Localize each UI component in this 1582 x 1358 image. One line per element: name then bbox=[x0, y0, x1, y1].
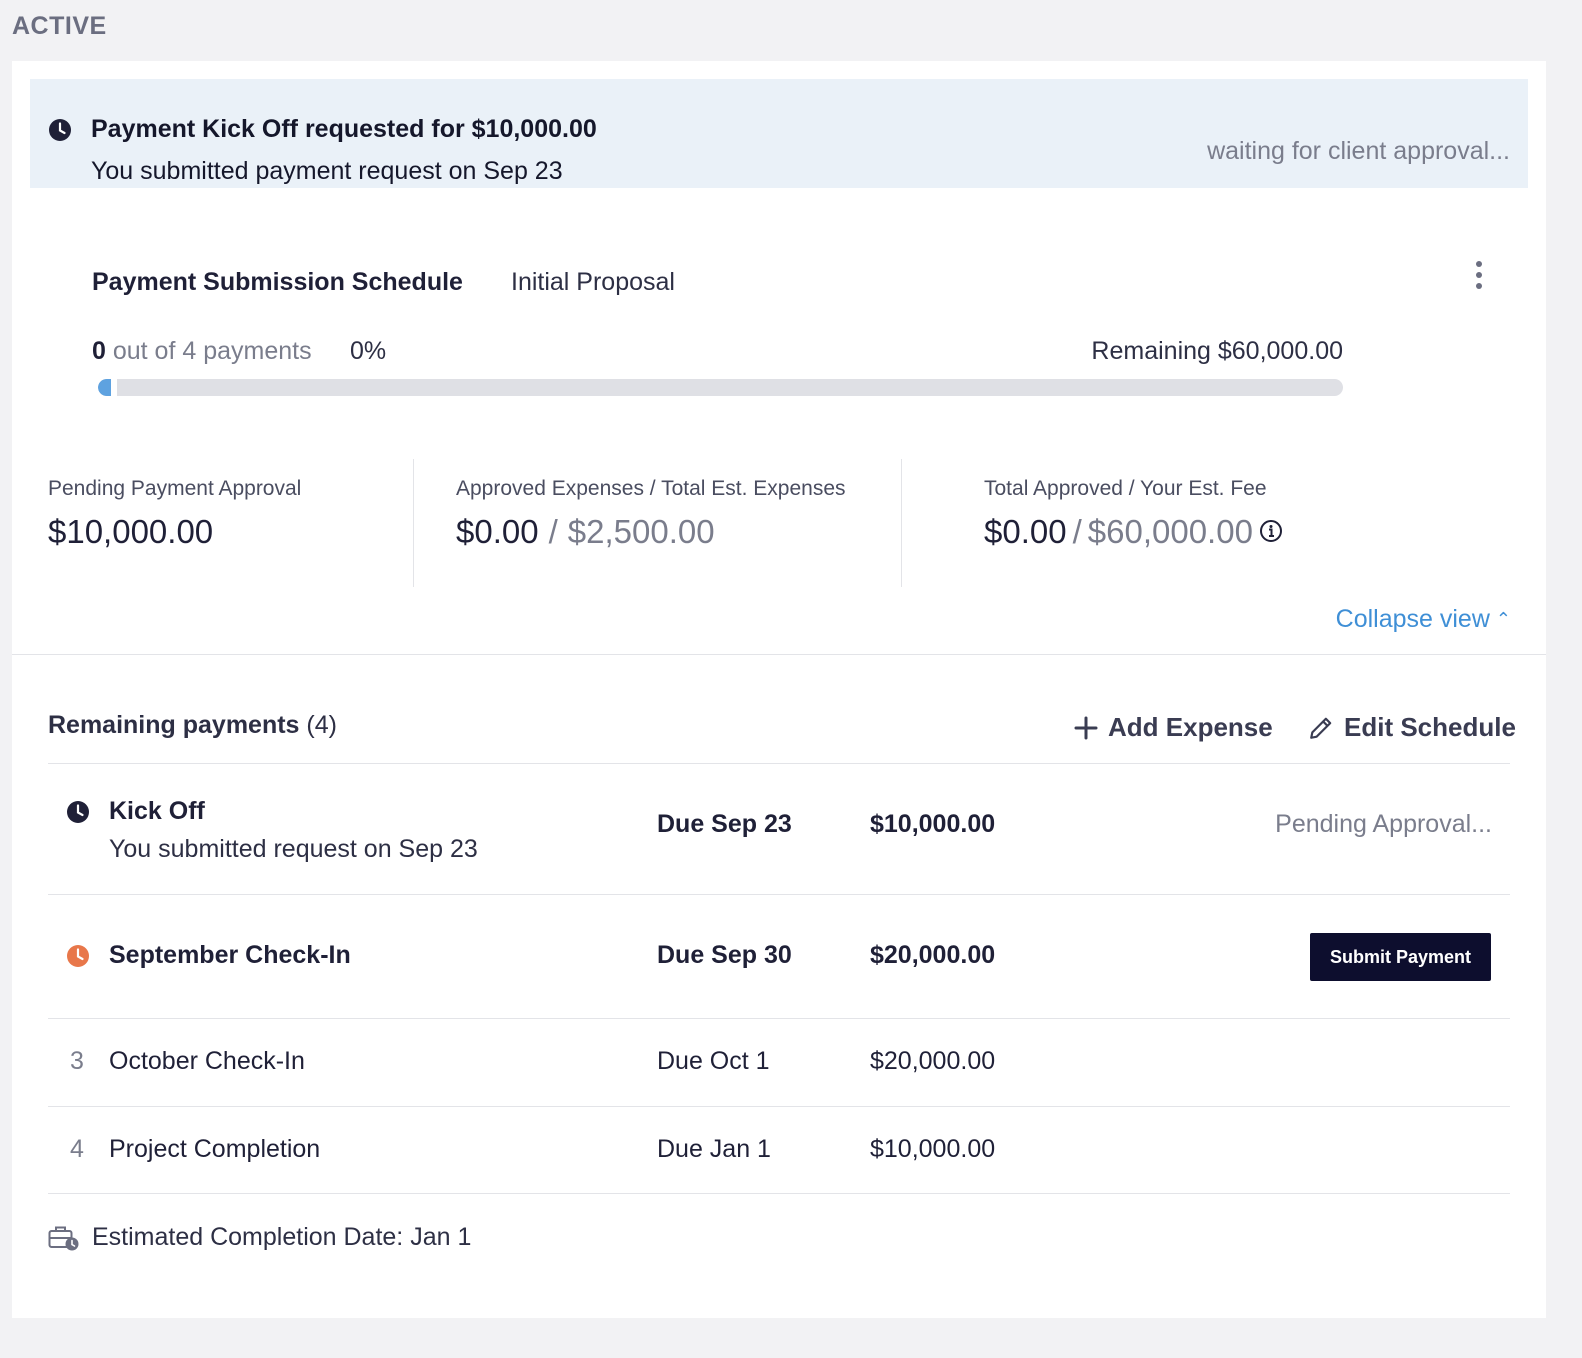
payment-name: Kick Off bbox=[109, 797, 205, 825]
clock-icon bbox=[67, 945, 89, 967]
remaining-payments-count: (4) bbox=[306, 711, 337, 739]
stat-fee-separator: / bbox=[1072, 513, 1082, 550]
stat-fee: Total Approved / Your Est. Fee $0.00/$60… bbox=[984, 459, 1283, 587]
stat-fee-approved: $0.00 bbox=[984, 513, 1067, 550]
progress-bar bbox=[98, 379, 1343, 396]
stat-fee-total: $60,000.00 bbox=[1087, 513, 1253, 550]
submit-payment-button[interactable]: Submit Payment bbox=[1310, 933, 1491, 981]
progress-completed: 0 bbox=[92, 337, 106, 365]
stat-expenses-approved: $0.00 bbox=[456, 513, 539, 550]
progress-count: 0 out of 4 payments bbox=[92, 337, 312, 366]
schedule-proposal: Initial Proposal bbox=[511, 268, 675, 296]
payment-amount: $20,000.00 bbox=[870, 941, 996, 969]
remaining-amount: Remaining $60,000.00 bbox=[1091, 337, 1343, 365]
payment-status: Pending Approval... bbox=[1275, 810, 1492, 838]
payment-row: 3 October Check-In Due Oct 1 $20,000.00 bbox=[48, 1019, 1510, 1106]
payment-row: September Check-In Due Sep 30 $20,000.00… bbox=[48, 895, 1510, 1018]
collapse-view-link[interactable]: Collapse view ⌃ bbox=[1336, 605, 1511, 634]
section-divider bbox=[12, 654, 1546, 655]
payment-amount: $10,000.00 bbox=[870, 810, 996, 838]
stat-expenses-separator: / bbox=[548, 513, 558, 550]
kebab-menu-icon[interactable] bbox=[1472, 259, 1486, 293]
edit-schedule-label: Edit Schedule bbox=[1344, 712, 1516, 742]
payment-number: 4 bbox=[70, 1135, 84, 1163]
payment-amount: $10,000.00 bbox=[870, 1135, 996, 1163]
alert-title: Payment Kick Off requested for $10,000.0… bbox=[91, 115, 597, 143]
row-divider bbox=[48, 1193, 1510, 1194]
alert-status: waiting for client approval... bbox=[1207, 137, 1510, 165]
payment-name: October Check-In bbox=[109, 1047, 305, 1075]
progress-bar-fill bbox=[98, 379, 117, 396]
add-expense-button[interactable]: Add Expense bbox=[1074, 712, 1273, 743]
remaining-payments-title: Remaining payments (4) bbox=[48, 711, 337, 740]
section-label: ACTIVE bbox=[12, 12, 107, 40]
info-icon[interactable] bbox=[1259, 519, 1283, 543]
payment-row: 4 Project Completion Due Jan 1 $10,000.0… bbox=[48, 1107, 1510, 1193]
stat-pending-value: $10,000.00 bbox=[48, 513, 214, 550]
collapse-view-label: Collapse view bbox=[1335, 605, 1490, 633]
stat-fee-value: $0.00/$60,000.00 bbox=[984, 513, 1283, 551]
stat-divider bbox=[901, 459, 902, 587]
payment-name: Project Completion bbox=[109, 1135, 321, 1163]
payment-request-alert: Payment Kick Off requested for $10,000.0… bbox=[30, 79, 1528, 188]
alert-subtitle: You submitted payment request on Sep 23 bbox=[91, 157, 563, 185]
stat-fee-label: Total Approved / Your Est. Fee bbox=[984, 477, 1267, 500]
payment-subtitle: You submitted request on Sep 23 bbox=[109, 835, 478, 863]
progress-percent: 0% bbox=[350, 337, 387, 365]
payment-amount: $20,000.00 bbox=[870, 1047, 996, 1075]
chevron-up-icon: ⌃ bbox=[1495, 609, 1511, 629]
estimated-completion-text: Estimated Completion Date: Jan 1 bbox=[92, 1223, 472, 1251]
stat-pending: Pending Payment Approval $10,000.00 bbox=[48, 459, 301, 587]
estimated-completion: Estimated Completion Date: Jan 1 bbox=[48, 1223, 471, 1252]
progress-total-text: out of 4 payments bbox=[105, 337, 312, 365]
add-expense-label: Add Expense bbox=[1108, 712, 1273, 742]
stat-expenses-value: $0.00/$2,500.00 bbox=[456, 513, 846, 551]
stat-expenses: Approved Expenses / Total Est. Expenses … bbox=[456, 459, 846, 587]
pencil-icon bbox=[1310, 717, 1332, 739]
stat-divider bbox=[413, 459, 414, 587]
stat-expenses-label: Approved Expenses / Total Est. Expenses bbox=[456, 477, 846, 500]
payment-due: Due Jan 1 bbox=[657, 1135, 771, 1163]
clock-icon bbox=[67, 801, 89, 823]
briefcase-clock-icon bbox=[48, 1226, 79, 1250]
schedule-title: Payment Submission Schedule bbox=[92, 268, 463, 296]
payment-due: Due Sep 23 bbox=[657, 810, 792, 838]
payment-due: Due Sep 30 bbox=[657, 941, 792, 969]
plus-icon bbox=[1074, 716, 1098, 739]
payment-due: Due Oct 1 bbox=[657, 1047, 770, 1075]
edit-schedule-button[interactable]: Edit Schedule bbox=[1308, 712, 1516, 743]
payment-name: September Check-In bbox=[109, 941, 351, 969]
payment-number: 3 bbox=[70, 1047, 84, 1075]
payment-row: Kick Off You submitted request on Sep 23… bbox=[48, 764, 1510, 894]
payment-card: Payment Kick Off requested for $10,000.0… bbox=[12, 61, 1546, 1318]
stat-expenses-total: $2,500.00 bbox=[567, 513, 715, 550]
clock-icon bbox=[49, 119, 71, 141]
stat-pending-label: Pending Payment Approval bbox=[48, 477, 302, 500]
remaining-payments-label: Remaining payments bbox=[48, 711, 300, 739]
